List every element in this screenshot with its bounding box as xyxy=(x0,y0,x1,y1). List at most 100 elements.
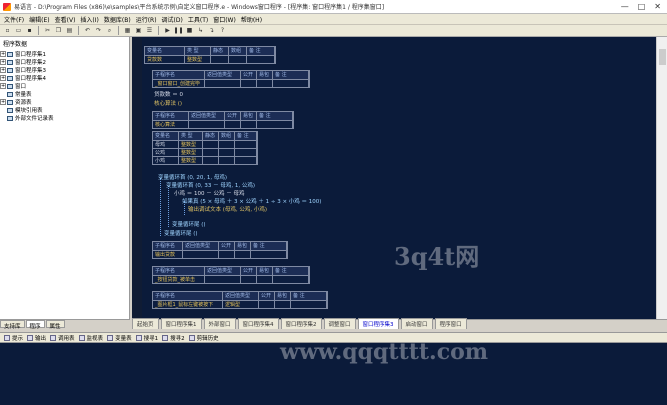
tree-item-program-set-2[interactable]: + 窗口程序集2 xyxy=(0,58,129,66)
variables-icon xyxy=(107,334,114,341)
code-line[interactable]: 小鸡 ＝ 100 － 公鸡 － 母鸡 xyxy=(174,191,245,198)
tab-program-set-1[interactable]: 窗口程序集1 xyxy=(160,318,202,329)
folder-icon xyxy=(7,75,13,81)
run-icon[interactable]: ▶ xyxy=(163,26,172,35)
subroutine-table[interactable]: 子程序名 返回值类型 公开 易包备 注 _按钮贷款_被单击 xyxy=(152,266,310,284)
tab-search-1[interactable]: 搜寻1 xyxy=(135,334,158,342)
folder-icon xyxy=(7,59,13,65)
tree-item-program-set-4[interactable]: + 窗口程序集4 xyxy=(0,74,129,82)
new-icon[interactable]: ▫ xyxy=(3,26,12,35)
minimize-button[interactable]: — xyxy=(621,2,629,11)
file-icon xyxy=(7,115,13,121)
tree-item-module-refs[interactable]: 模块引用表 xyxy=(0,106,129,114)
code-line[interactable]: 贷款数 ＝ 0 xyxy=(154,92,183,99)
tab-adjust-window[interactable]: 调整窗口 xyxy=(323,318,356,329)
stop-icon[interactable]: ■ xyxy=(185,26,194,35)
subroutine-table[interactable]: 子程序名 返回值类型 公开 易包备 注 核心算法 xyxy=(152,111,294,129)
vertical-scrollbar[interactable] xyxy=(656,37,667,319)
menu-debug[interactable]: 调试(D) xyxy=(162,15,183,24)
expand-icon[interactable]: + xyxy=(0,59,6,65)
paste-icon[interactable]: ▤ xyxy=(65,26,74,35)
menu-run[interactable]: 运行(R) xyxy=(136,15,157,24)
search-icon xyxy=(162,334,169,341)
window-title: 易语言 - D:\Program Files (x86)\e\samples\平… xyxy=(14,4,385,11)
tab-program-window[interactable]: 程序窗口 xyxy=(434,318,467,329)
tree-item-window[interactable]: + 窗口 xyxy=(0,82,129,90)
tree-item-program-set-3[interactable]: + 窗口程序集3 xyxy=(0,66,129,74)
code-line[interactable]: 核心算法 () xyxy=(154,101,182,108)
tab-external-window[interactable]: 外部窗口 xyxy=(203,318,236,329)
menu-help[interactable]: 帮助(H) xyxy=(241,15,262,24)
close-button[interactable]: ✕ xyxy=(654,2,661,11)
editor-gutter xyxy=(132,37,142,319)
window-icon[interactable]: ▣ xyxy=(134,26,143,35)
menu-database[interactable]: 数据库(B) xyxy=(104,15,131,24)
tab-call-stack[interactable]: 调用表 xyxy=(50,334,75,342)
grid-icon[interactable]: ▦ xyxy=(123,26,132,35)
copy-icon[interactable]: ❐ xyxy=(54,26,63,35)
subroutine-table[interactable]: 子程序名 返回值类型 公开 易包备 注 输出贷款 xyxy=(152,241,288,259)
code-editor[interactable]: 变量名类 型静态 数组备 注 贷款数 整数型 子程序名 返回值类型 公开 易包备 注 _窗… xyxy=(132,37,656,319)
tab-program-set-2[interactable]: 窗口程序集2 xyxy=(280,318,322,329)
tab-program[interactable]: 程序 xyxy=(25,320,45,330)
tab-program-set-3[interactable]: 窗口程序集3 xyxy=(357,318,399,329)
tree-item-external-files[interactable]: 外部文件记录表 xyxy=(0,114,129,122)
output-pane[interactable]: www.qqqtttt.com xyxy=(0,339,667,405)
code-line[interactable]: 如果真 (5 × 母鸡 ＋ 3 × 公鸡 ＋ 1 ÷ 3 × 小鸡 ＝ 100) xyxy=(182,199,321,206)
open-icon[interactable]: ▭ xyxy=(14,26,23,35)
undo-icon[interactable]: ↶ xyxy=(83,26,92,35)
save-icon[interactable]: ▪ xyxy=(25,26,34,35)
maximize-button[interactable]: □ xyxy=(638,2,646,11)
step-over-icon[interactable]: ↴ xyxy=(207,26,216,35)
expand-icon[interactable]: + xyxy=(0,99,6,105)
clipboard-icon xyxy=(188,334,195,341)
hint-icon xyxy=(4,334,10,341)
pause-icon[interactable]: ❚❚ xyxy=(173,26,183,35)
step-icon[interactable]: ↳ xyxy=(196,26,205,35)
subroutine-table[interactable]: 子程序名 返回值类型 公开 易包备 注 _窗口窗口_创建完毕 xyxy=(152,70,310,88)
expand-icon[interactable]: + xyxy=(0,67,6,73)
tab-watch[interactable]: 监视表 xyxy=(78,334,103,342)
redo-icon[interactable]: ↷ xyxy=(94,26,103,35)
tab-variables[interactable]: 变量表 xyxy=(107,334,132,342)
tab-output[interactable]: 输出 xyxy=(27,334,46,342)
tab-support-library[interactable]: 支持库 xyxy=(0,320,25,330)
tree-item-resources[interactable]: + 资源表 xyxy=(0,98,129,106)
variable-table[interactable]: 变量名类 型静态 数组备 注 贷款数 整数型 xyxy=(144,46,276,64)
tab-clip-history[interactable]: 剪辑历史 xyxy=(188,334,219,342)
tab-start-page[interactable]: 起始页 xyxy=(132,318,159,329)
toolbar: ▫ ▭ ▪ ✂ ❐ ▤ ↶ ↷ ⌕ ▦ ▣ ☰ ▶ ❚❚ ■ ↳ ↴ ? xyxy=(0,25,667,37)
menu-window[interactable]: 窗口(W) xyxy=(213,15,236,24)
list-icon[interactable]: ☰ xyxy=(145,26,154,35)
code-line[interactable]: 变量循环首 (0, 20, 1, 母鸡) xyxy=(158,175,227,182)
variable-table[interactable]: 变量名类 型静态 数组备 注 母鸡 整数型 公鸡 整数型 小鸡 整数型 xyxy=(152,131,258,165)
cut-icon[interactable]: ✂ xyxy=(43,26,52,35)
code-line[interactable]: 变量循环首 (0, 33 － 母鸡, 1, 公鸡) xyxy=(166,183,255,190)
code-line[interactable]: 变量循环尾 () xyxy=(164,231,198,238)
call-stack-icon xyxy=(50,334,57,341)
expand-icon[interactable]: + xyxy=(0,75,6,81)
tree-item-constants[interactable]: 常量表 xyxy=(0,90,129,98)
expand-icon[interactable]: + xyxy=(0,83,6,89)
code-line[interactable]: 变量循环尾 () xyxy=(172,222,206,229)
menu-insert[interactable]: 插入(I) xyxy=(80,15,98,24)
scrollbar-thumb[interactable] xyxy=(659,49,666,65)
help-icon[interactable]: ? xyxy=(218,26,227,35)
expand-icon[interactable]: + xyxy=(0,51,6,57)
tab-properties[interactable]: 属性 xyxy=(45,320,65,330)
menu-view[interactable]: 查看(V) xyxy=(55,15,76,24)
window-icon xyxy=(7,83,13,89)
tab-search-2[interactable]: 搜寻2 xyxy=(162,334,185,342)
find-icon[interactable]: ⌕ xyxy=(105,26,114,35)
menu-file[interactable]: 文件(F) xyxy=(4,15,24,24)
tab-program-set-4[interactable]: 窗口程序集4 xyxy=(237,318,279,329)
subroutine-table[interactable]: 子程序名 返回值类型 公开 易包备 注 _图片框1_鼠标左键被按下 逻辑型 xyxy=(152,291,328,309)
tree-item-program-set-1[interactable]: + 窗口程序集1 xyxy=(0,50,129,58)
watermark-logo: 3q4t网 xyxy=(394,242,480,271)
tab-hint[interactable]: 提示 xyxy=(4,334,23,342)
tab-startup-window[interactable]: 启动窗口 xyxy=(400,318,433,329)
menu-edit[interactable]: 编辑(E) xyxy=(29,15,49,24)
menu-tools[interactable]: 工具(T) xyxy=(188,15,208,24)
tree-title: 程序数据 xyxy=(3,41,28,48)
code-line[interactable]: 输出调试文本 (母鸡, 公鸡, 小鸡) xyxy=(188,207,267,214)
